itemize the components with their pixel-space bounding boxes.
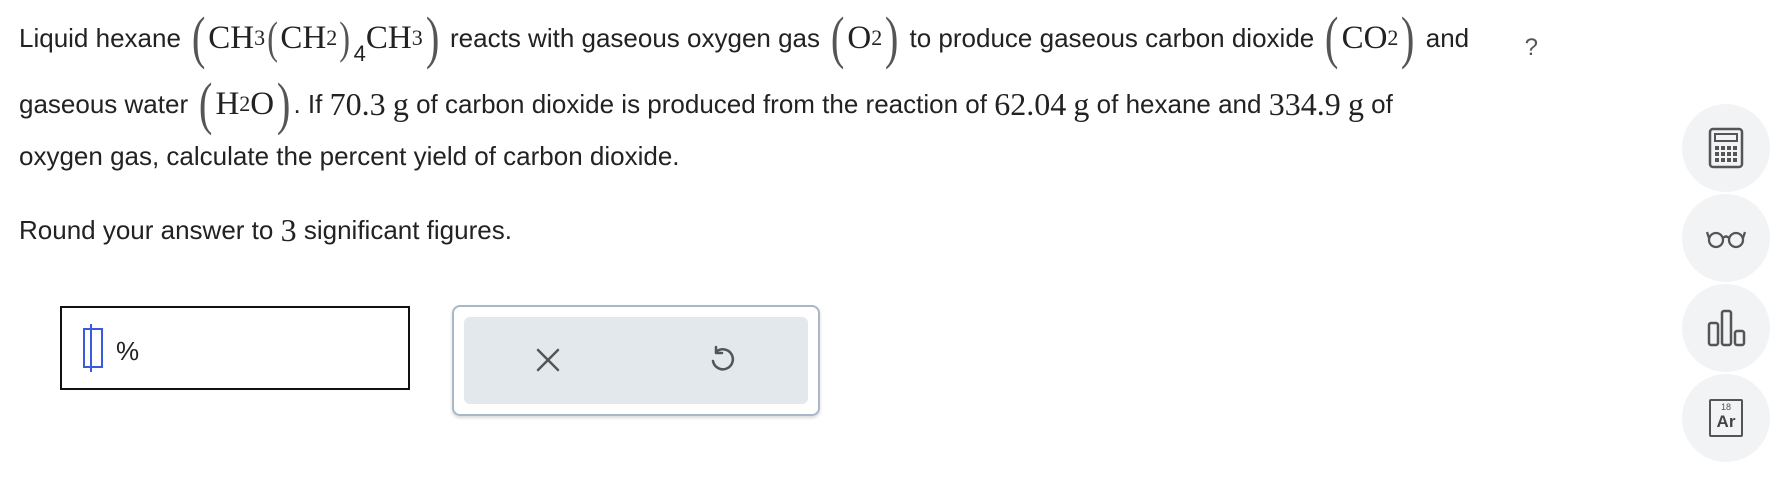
problem-line-1: Liquid hexane ( CH 3 ( CH 2 ) 4 CH 3 ) reac… <box>19 5 1470 70</box>
problem-text: of <box>1371 89 1393 119</box>
problem-text: oxygen gas, calculate the percent yield … <box>19 141 680 171</box>
calculator-icon[interactable] <box>1682 104 1770 192</box>
problem-text: Liquid hexane <box>19 23 181 53</box>
x-icon[interactable] <box>528 340 568 380</box>
problem-text: and <box>1425 23 1470 53</box>
periodic-table-icon[interactable]: 18 Ar <box>1682 374 1770 462</box>
unit-g: g <box>1073 86 1090 122</box>
glasses-icon[interactable] <box>1682 194 1770 282</box>
problem-text: reacts with gaseous oxygen gas <box>450 23 821 53</box>
co2-mass-value: 70.3 <box>329 86 386 122</box>
help-icon[interactable]: ? <box>1525 34 1538 62</box>
problem-text: of carbon dioxide is produced from the r… <box>416 89 987 119</box>
oxygen-formula: ( O2 ) <box>830 5 899 70</box>
bar-chart-icon[interactable] <box>1682 284 1770 372</box>
problem-line-3: oxygen gas, calculate the percent yield … <box>19 136 680 176</box>
undo-icon[interactable] <box>702 340 742 380</box>
co2-formula: ( CO 2 ) <box>1325 5 1415 70</box>
answer-tools-bar <box>464 317 808 404</box>
water-formula: ( H2O ) <box>199 71 291 136</box>
hexane-mass-value: 62.04 <box>994 86 1067 122</box>
problem-line-2: gaseous water ( H2O ) . If 70.3 g of car… <box>19 71 1393 136</box>
oxygen-mass-value: 334.9 <box>1268 86 1341 122</box>
problem-text: . If <box>293 89 323 119</box>
problem-text: of hexane and <box>1096 89 1262 119</box>
hexane-formula: ( CH 3 ( CH 2 ) 4 CH 3 ) <box>191 5 440 70</box>
problem-text: to produce gaseous carbon dioxide <box>909 23 1315 53</box>
answer-input[interactable]: % <box>60 306 410 390</box>
text-cursor <box>83 324 103 372</box>
problem-text: gaseous water <box>19 89 189 119</box>
rounding-instruction: Round your answer to 3 significant figur… <box>19 212 512 248</box>
unit-g: g <box>1347 86 1364 122</box>
unit-g: g <box>392 86 409 122</box>
percent-unit-label: % <box>116 336 140 366</box>
sig-fig-count: 3 <box>280 212 297 248</box>
answer-tools-panel <box>452 305 820 416</box>
